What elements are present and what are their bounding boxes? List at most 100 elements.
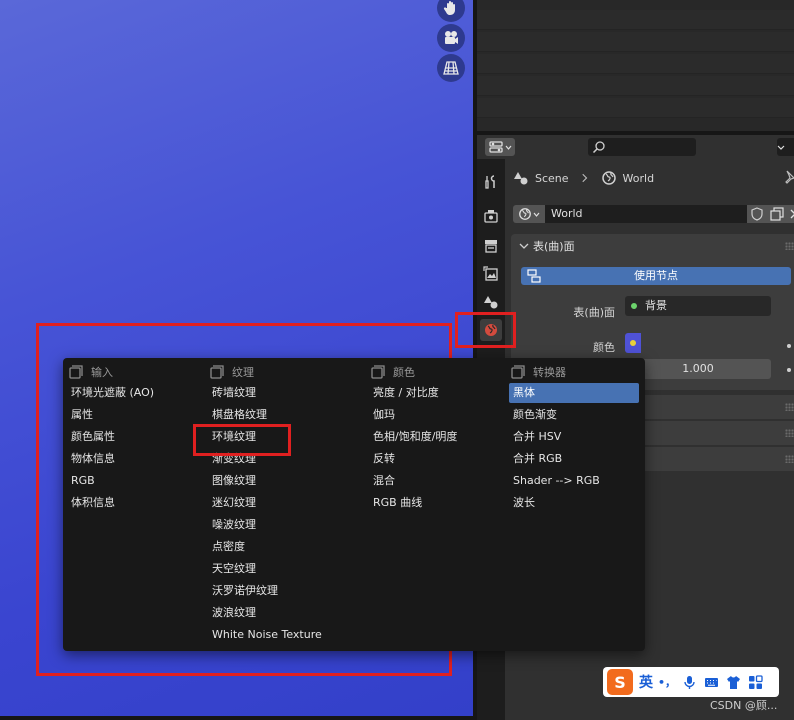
ime-toolbar: S 英 •， — [603, 667, 779, 697]
list-item[interactable] — [477, 54, 794, 74]
menu-item[interactable]: Shader --> RGB — [509, 471, 639, 491]
list-item[interactable] — [477, 98, 794, 118]
menu-item[interactable]: 物体信息 — [67, 449, 199, 469]
menu-item[interactable]: 环境光遮蔽 (AO) — [67, 383, 199, 403]
menu-item[interactable]: 体积信息 — [67, 493, 199, 513]
list-item[interactable] — [477, 10, 794, 30]
keyboard-icon[interactable] — [703, 674, 719, 690]
list-item[interactable] — [477, 76, 794, 96]
menu-item[interactable]: 颜色渐变 — [509, 405, 639, 425]
grid-ortho-icon[interactable] — [437, 54, 465, 82]
color-label: 颜色 — [593, 341, 615, 354]
menu-item[interactable]: 合并 RGB — [509, 449, 639, 469]
toolbox-grid-icon[interactable] — [747, 674, 763, 690]
menu-item[interactable]: 图像纹理 — [208, 471, 358, 491]
surface-shader-value: 背景 — [645, 299, 667, 312]
use-nodes-button[interactable]: 使用节点 — [521, 267, 791, 285]
surface-label: 表(曲)面 — [573, 306, 615, 319]
tab-scene[interactable] — [480, 291, 502, 313]
surface-shader-field[interactable]: 背景 — [625, 296, 771, 316]
socket-dot — [631, 303, 637, 309]
keyframe-dot[interactable] — [787, 344, 791, 348]
menu-item[interactable]: 亮度 / 对比度 — [369, 383, 504, 403]
menu-item[interactable]: RGB 曲线 — [369, 493, 504, 513]
fake-user-button[interactable] — [747, 205, 767, 223]
menu-item[interactable]: 颜色属性 — [67, 427, 199, 447]
menu-item[interactable]: 色相/饱和度/明度 — [369, 427, 504, 447]
menu-item[interactable]: 属性 — [67, 405, 199, 425]
drag-handle[interactable] — [785, 242, 794, 250]
world-icon — [519, 208, 531, 220]
socket-dot — [630, 340, 636, 346]
highlight-box — [193, 424, 291, 456]
tab-output[interactable] — [480, 235, 502, 257]
scene-icon — [514, 172, 528, 185]
menu-item[interactable]: White Noise Texture — [208, 625, 358, 645]
tab-view-layer[interactable] — [480, 263, 502, 285]
editor-type-button[interactable] — [485, 138, 515, 156]
world-name-field[interactable]: World — [545, 205, 747, 223]
node-category-icon — [511, 365, 525, 379]
menu-item[interactable]: 棋盘格纹理 — [208, 405, 358, 425]
world-datablock-selector: World — [513, 204, 794, 224]
camera-view-icon[interactable] — [437, 24, 465, 52]
scene-icon — [484, 296, 498, 309]
menu-column-header: 颜色 — [371, 364, 415, 380]
menu-item[interactable]: 噪波纹理 — [208, 515, 358, 535]
menu-item[interactable]: 砖墙纹理 — [208, 383, 358, 403]
options-dropdown[interactable] — [777, 138, 794, 156]
chevron-down-icon — [505, 145, 511, 150]
menu-column-title: 颜色 — [393, 366, 415, 379]
menu-item[interactable]: 伽玛 — [369, 405, 504, 425]
chevron-right-icon — [581, 173, 587, 183]
search-input[interactable] — [588, 138, 696, 156]
menu-item[interactable]: RGB — [67, 471, 199, 491]
world-icon — [601, 171, 616, 185]
keyframe-dot[interactable] — [787, 368, 791, 372]
hand-pan-icon[interactable] — [437, 0, 465, 22]
menu-item[interactable]: 天空纹理 — [208, 559, 358, 579]
microphone-icon[interactable] — [681, 674, 697, 690]
chevron-down-icon — [533, 212, 540, 217]
search-icon — [592, 141, 605, 154]
menu-column-header: 输入 — [69, 364, 113, 380]
menu-item[interactable]: 点密度 — [208, 537, 358, 557]
duplicate-button[interactable] — [767, 205, 787, 223]
menu-item[interactable]: 沃罗诺伊纹理 — [208, 581, 358, 601]
shield-icon — [751, 207, 763, 221]
panel-title: 表(曲)面 — [533, 240, 575, 253]
tab-tool[interactable] — [480, 171, 502, 193]
strength-field[interactable]: 1.000 — [625, 359, 771, 379]
use-nodes-label: 使用节点 — [634, 269, 678, 282]
area-border — [0, 716, 477, 720]
unlink-button[interactable] — [787, 205, 794, 223]
surface-panel-header[interactable]: 表(曲)面 — [511, 234, 794, 258]
breadcrumb-scene[interactable]: Scene — [535, 172, 569, 185]
add-node-menu: 输入 环境光遮蔽 (AO) 属性 颜色属性 物体信息 RGB 体积信息 纹理 砖墙纹理 棋盘格纹理… — [63, 358, 645, 651]
breadcrumb: Scene World — [513, 169, 654, 187]
outliner-area[interactable] — [477, 0, 794, 131]
punctuation-icon[interactable]: •， — [658, 674, 676, 690]
list-item[interactable] — [477, 32, 794, 52]
watermark: CSDN @顾... — [710, 699, 778, 712]
menu-item[interactable]: 反转 — [369, 449, 504, 469]
menu-item[interactable]: 混合 — [369, 471, 504, 491]
chevron-down-icon — [777, 145, 785, 150]
menu-item[interactable]: 黑体 — [509, 383, 639, 403]
menu-item[interactable]: 波浪纹理 — [208, 603, 358, 623]
browse-world-button[interactable] — [513, 205, 545, 223]
chevron-down-icon — [519, 243, 529, 249]
ime-language-toggle[interactable]: 英 — [639, 672, 653, 692]
pin-icon[interactable] — [782, 169, 794, 185]
menu-item[interactable]: 合并 HSV — [509, 427, 639, 447]
menu-item[interactable]: 波长 — [509, 493, 639, 513]
sogou-logo-icon[interactable]: S — [607, 669, 633, 695]
highlight-box — [455, 312, 516, 348]
tool-icon — [485, 175, 495, 189]
skin-shirt-icon[interactable] — [725, 674, 741, 690]
breadcrumb-world[interactable]: World — [623, 172, 655, 185]
menu-item[interactable]: 迷幻纹理 — [208, 493, 358, 513]
tab-render[interactable] — [480, 205, 502, 227]
output-icon — [485, 240, 497, 253]
menu-column-header: 转换器 — [511, 364, 566, 380]
